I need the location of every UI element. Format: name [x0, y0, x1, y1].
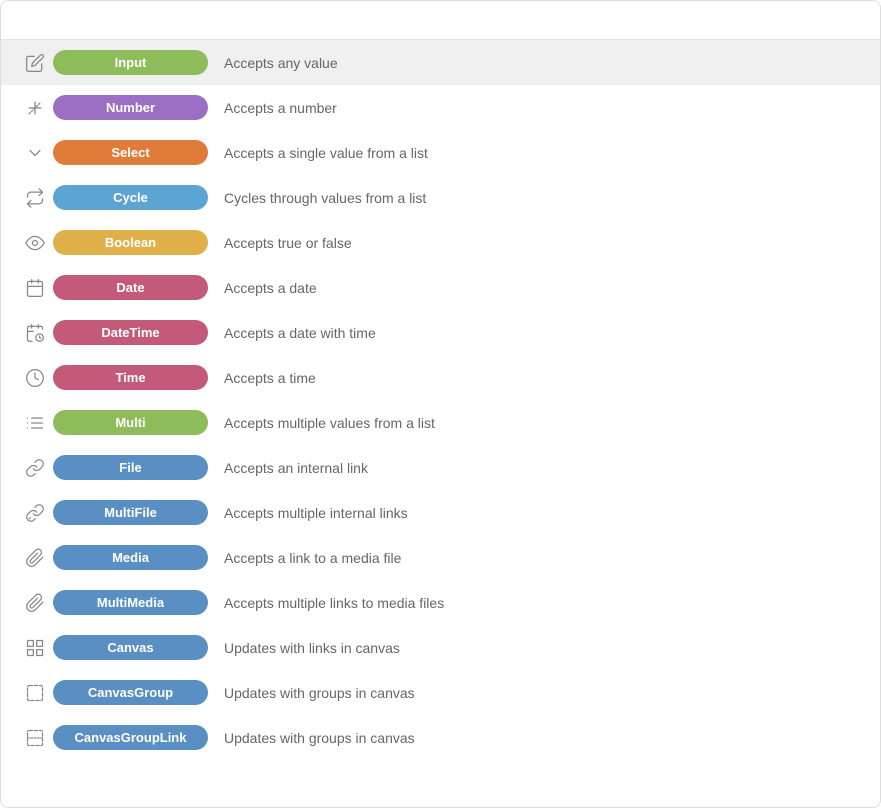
badge-boolean: Boolean	[53, 230, 208, 255]
list-item-date[interactable]: Date Accepts a date	[1, 265, 880, 310]
dashed-rect-icon	[17, 683, 53, 703]
eye-icon	[17, 233, 53, 253]
badge-cycle: Cycle	[53, 185, 208, 210]
desc-datetime: Accepts a date with time	[224, 325, 376, 341]
list-item-time[interactable]: Time Accepts a time	[1, 355, 880, 400]
link-icon	[17, 458, 53, 478]
badge-media: Media	[53, 545, 208, 570]
grid-icon	[17, 638, 53, 658]
main-container: Input Accepts any value Number Accepts a nu…	[0, 0, 881, 808]
desc-multimedia: Accepts multiple links to media files	[224, 595, 444, 611]
chevron-down-icon	[17, 143, 53, 163]
clock-icon	[17, 368, 53, 388]
desc-number: Accepts a number	[224, 100, 337, 116]
desc-file: Accepts an internal link	[224, 460, 368, 476]
list-item-datetime[interactable]: DateTime Accepts a date with time	[1, 310, 880, 355]
desc-time: Accepts a time	[224, 370, 316, 386]
badge-date: Date	[53, 275, 208, 300]
list-item-multimedia[interactable]: MultiMedia Accepts multiple links to medi…	[1, 580, 880, 625]
badge-time: Time	[53, 365, 208, 390]
search-input[interactable]	[17, 11, 864, 27]
list-item-multifile[interactable]: MultiFile Accepts multiple internal links	[1, 490, 880, 535]
badge-file: File	[53, 455, 208, 480]
desc-input: Accepts any value	[224, 55, 338, 71]
badge-canvas: Canvas	[53, 635, 208, 660]
list-item-canvasgroup[interactable]: CanvasGroup Updates with groups in canvas	[1, 670, 880, 715]
desc-canvasgrouplink: Updates with groups in canvas	[224, 730, 415, 746]
badge-multimedia: MultiMedia	[53, 590, 208, 615]
badge-multi: Multi	[53, 410, 208, 435]
desc-media: Accepts a link to a media file	[224, 550, 401, 566]
edit-icon	[17, 53, 53, 73]
plus-minus-icon	[17, 98, 53, 118]
badge-canvasgrouplink: CanvasGroupLink	[53, 725, 208, 750]
paperclip2-icon	[17, 593, 53, 613]
list-item-select[interactable]: Select Accepts a single value from a list	[1, 130, 880, 175]
desc-canvas: Updates with links in canvas	[224, 640, 400, 656]
badge-canvasgroup: CanvasGroup	[53, 680, 208, 705]
list-item-boolean[interactable]: Boolean Accepts true or false	[1, 220, 880, 265]
desc-date: Accepts a date	[224, 280, 317, 296]
badge-number: Number	[53, 95, 208, 120]
desc-multifile: Accepts multiple internal links	[224, 505, 408, 521]
search-bar[interactable]	[1, 1, 880, 40]
calendar-icon	[17, 278, 53, 298]
dashed-rect2-icon	[17, 728, 53, 748]
list-item-media[interactable]: Media Accepts a link to a media file	[1, 535, 880, 580]
list-item-canvasgrouplink[interactable]: CanvasGroupLink Updates with groups in ca…	[1, 715, 880, 760]
list-item-canvas[interactable]: Canvas Updates with links in canvas	[1, 625, 880, 670]
badge-datetime: DateTime	[53, 320, 208, 345]
desc-canvasgroup: Updates with groups in canvas	[224, 685, 415, 701]
list-item-cycle[interactable]: Cycle Cycles through values from a list	[1, 175, 880, 220]
list-item-file[interactable]: File Accepts an internal link	[1, 445, 880, 490]
list-item-number[interactable]: Number Accepts a number	[1, 85, 880, 130]
paperclip-icon	[17, 548, 53, 568]
desc-multi: Accepts multiple values from a list	[224, 415, 435, 431]
type-list: Input Accepts any value Number Accepts a nu…	[1, 40, 880, 760]
badge-select: Select	[53, 140, 208, 165]
desc-select: Accepts a single value from a list	[224, 145, 428, 161]
list-icon	[17, 413, 53, 433]
desc-cycle: Cycles through values from a list	[224, 190, 426, 206]
link2-icon	[17, 503, 53, 523]
desc-boolean: Accepts true or false	[224, 235, 352, 251]
list-item-input[interactable]: Input Accepts any value	[1, 40, 880, 85]
cycle-icon	[17, 188, 53, 208]
badge-multifile: MultiFile	[53, 500, 208, 525]
badge-input: Input	[53, 50, 208, 75]
calendar-clock-icon	[17, 323, 53, 343]
list-item-multi[interactable]: Multi Accepts multiple values from a list	[1, 400, 880, 445]
